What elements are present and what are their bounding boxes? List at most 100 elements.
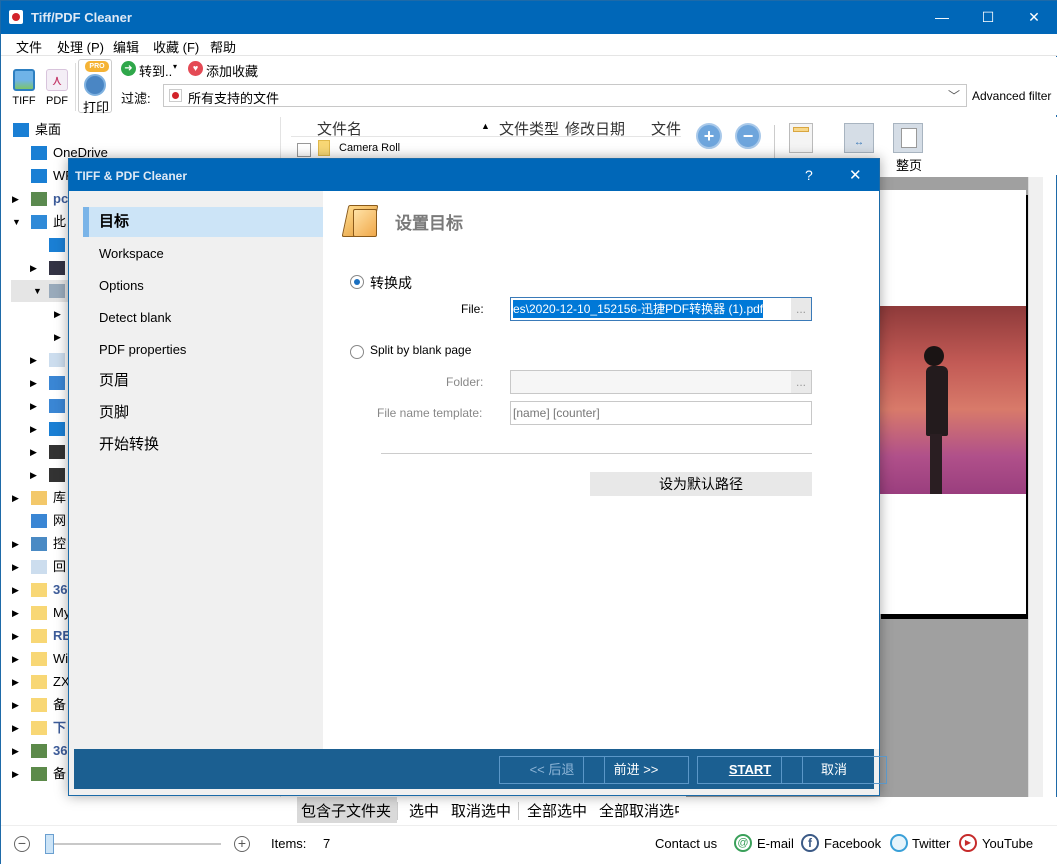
- window-title: Tiff/PDF Cleaner: [31, 10, 132, 25]
- menu-file[interactable]: 文件: [16, 37, 42, 56]
- expand-down-icon[interactable]: ▼: [12, 211, 21, 233]
- deselect-all-button[interactable]: 全部取消选中: [599, 800, 679, 821]
- sort-asc-icon: ▲: [481, 121, 490, 131]
- zoom-slider-track[interactable]: [53, 843, 221, 845]
- expand-down-icon[interactable]: ▼: [33, 280, 42, 302]
- folder-browse-button[interactable]: ...: [791, 371, 811, 393]
- column-modified[interactable]: 修改日期: [565, 118, 625, 139]
- filter-label: 过滤:: [121, 91, 151, 106]
- folder-input[interactable]: ...: [510, 370, 812, 394]
- help-button[interactable]: ?: [805, 167, 813, 183]
- set-default-path-button[interactable]: 设为默认路径: [590, 472, 812, 496]
- page-view-icon[interactable]: [789, 123, 813, 153]
- file-input[interactable]: es\2020-12-10_152156-迅捷PDF转换器 (1).pdf ..…: [510, 297, 812, 321]
- column-name[interactable]: 文件名: [317, 118, 362, 139]
- expand-right-icon[interactable]: ▶: [12, 625, 19, 647]
- nav-workspace[interactable]: Workspace: [83, 239, 323, 269]
- print-button[interactable]: PRO 打印: [78, 59, 112, 115]
- nav-options[interactable]: Options: [83, 271, 323, 301]
- zoom-slider-thumb[interactable]: [45, 834, 54, 854]
- expand-right-icon[interactable]: ▶: [30, 372, 37, 394]
- fit-width-icon[interactable]: ↔: [844, 123, 874, 153]
- goto-button[interactable]: 转到..: [139, 61, 172, 80]
- expand-right-icon[interactable]: ▶: [12, 694, 19, 716]
- include-subfolders-button[interactable]: 包含子文件夹: [301, 800, 391, 821]
- expand-right-icon[interactable]: ▶: [12, 533, 19, 555]
- menu-edit[interactable]: 编辑: [113, 37, 139, 56]
- select-all-button[interactable]: 全部选中: [527, 800, 587, 821]
- zoom-out-small-icon[interactable]: −: [14, 836, 30, 852]
- expand-right-icon[interactable]: ▶: [54, 326, 61, 348]
- menu-process[interactable]: 处理 (P): [57, 37, 104, 56]
- menu-help[interactable]: 帮助: [210, 37, 236, 56]
- expand-right-icon[interactable]: ▶: [12, 556, 19, 578]
- items-label: Items:: [271, 836, 307, 851]
- next-button[interactable]: 前进 >>: [583, 756, 689, 784]
- dialog-close-button[interactable]: ✕: [849, 166, 862, 184]
- folder-icon: [31, 606, 47, 620]
- full-page-icon[interactable]: [893, 123, 923, 153]
- nav-start-conversion[interactable]: 开始转换: [83, 430, 323, 460]
- zoom-in-icon[interactable]: +: [696, 123, 722, 149]
- nav-pdf-properties[interactable]: PDF properties: [83, 335, 323, 365]
- nav-header[interactable]: 页眉: [83, 366, 323, 396]
- expand-right-icon[interactable]: ▶: [30, 464, 37, 486]
- expand-right-icon[interactable]: ▶: [54, 303, 61, 325]
- expand-right-icon[interactable]: ▶: [30, 395, 37, 417]
- chevron-down-icon: ﹀: [947, 89, 960, 103]
- zoom-out-icon[interactable]: −: [735, 123, 761, 149]
- expand-right-icon[interactable]: ▶: [30, 349, 37, 371]
- expand-right-icon[interactable]: ▶: [30, 418, 37, 440]
- expand-right-icon[interactable]: ▶: [12, 648, 19, 670]
- bottom-bar: 包含子文件夹 选中 取消选中 全部选中 全部取消选中 − + Items: 7 …: [1, 797, 1057, 865]
- tiff-button[interactable]: TIFF: [11, 69, 37, 107]
- deselect-button[interactable]: 取消选中: [451, 800, 511, 821]
- preview-page: [876, 190, 1026, 614]
- expand-right-icon[interactable]: ▶: [12, 602, 19, 624]
- minimize-button[interactable]: —: [919, 1, 965, 34]
- filter-select[interactable]: 所有支持的文件 ﹀: [163, 84, 967, 107]
- expand-right-icon[interactable]: ▶: [12, 671, 19, 693]
- expand-right-icon[interactable]: ▶: [12, 740, 19, 762]
- expand-right-icon[interactable]: ▶: [30, 441, 37, 463]
- figure-head: [924, 346, 944, 366]
- expand-right-icon[interactable]: ▶: [12, 579, 19, 601]
- select-button[interactable]: 选中: [409, 800, 439, 821]
- split-radio[interactable]: [350, 345, 364, 359]
- facebook-link[interactable]: Facebook: [824, 836, 881, 851]
- zoom-in-small-icon[interactable]: +: [234, 836, 250, 852]
- add-favorite-button[interactable]: 添加收藏: [206, 61, 258, 80]
- close-button[interactable]: ✕: [1011, 1, 1057, 34]
- facebook-icon: f: [801, 834, 819, 852]
- expand-right-icon[interactable]: ▶: [30, 257, 37, 279]
- template-input[interactable]: [name] [counter]: [510, 401, 812, 425]
- preview-image: [876, 306, 1026, 494]
- twitter-icon: [890, 834, 908, 852]
- expand-right-icon[interactable]: ▶: [12, 717, 19, 739]
- filter-file-icon: [169, 89, 182, 102]
- twitter-link[interactable]: Twitter: [912, 836, 950, 851]
- file-browse-button[interactable]: ...: [791, 298, 811, 320]
- nav-detect-blank[interactable]: Detect blank: [83, 303, 323, 333]
- file-row[interactable]: Camera Roll: [291, 139, 681, 159]
- advanced-filter-link[interactable]: Advanced filter: [972, 89, 1051, 103]
- pdf-button[interactable]: ⋏ PDF: [44, 69, 70, 107]
- cancel-button[interactable]: 取消: [781, 756, 887, 784]
- goto-dropdown-icon[interactable]: ▾: [173, 62, 177, 71]
- nav-target[interactable]: 目标: [83, 207, 323, 237]
- youtube-link[interactable]: YouTube: [982, 836, 1033, 851]
- preview-scrollbar[interactable]: [1028, 177, 1043, 827]
- printer-icon: [84, 74, 106, 96]
- expand-right-icon[interactable]: ▶: [12, 188, 19, 210]
- menu-favorites[interactable]: 收藏 (F): [153, 37, 199, 56]
- onedrive-icon: [31, 146, 47, 160]
- nav-footer[interactable]: 页脚: [83, 398, 323, 428]
- column-size[interactable]: 文件: [651, 118, 681, 139]
- email-link[interactable]: E-mail: [757, 836, 794, 851]
- column-type[interactable]: 文件类型: [499, 118, 559, 139]
- expand-right-icon[interactable]: ▶: [12, 763, 19, 785]
- expand-right-icon[interactable]: ▶: [12, 487, 19, 509]
- row-checkbox[interactable]: [297, 143, 311, 157]
- maximize-button[interactable]: ☐: [965, 1, 1011, 34]
- convert-to-radio[interactable]: [350, 275, 364, 289]
